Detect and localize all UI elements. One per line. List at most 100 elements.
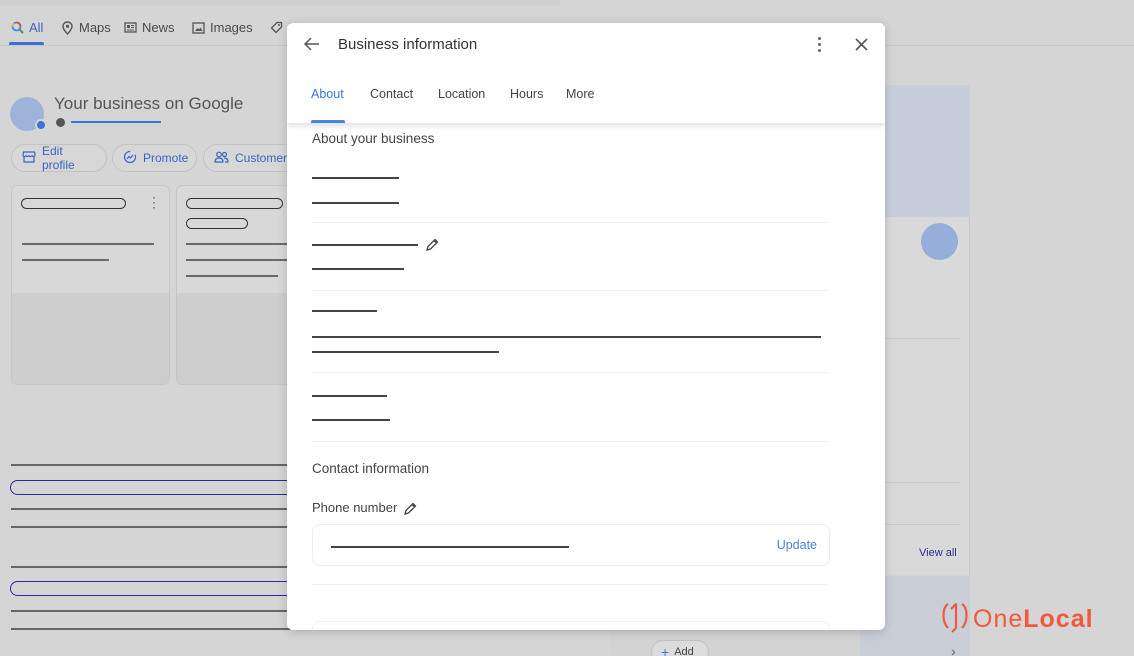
field-value-placeholder — [312, 268, 404, 270]
customers-label: Customers — [235, 151, 294, 165]
business-information-dialog: Business information About Contact Locat… — [287, 23, 885, 630]
field-label-placeholder — [312, 244, 418, 246]
update-button[interactable]: Update — [777, 538, 817, 552]
arrow-left-icon — [304, 37, 319, 51]
close-icon — [854, 37, 868, 51]
profile-avatar[interactable] — [921, 223, 958, 260]
divider — [312, 584, 827, 585]
dot — [817, 42, 821, 46]
next-field-box[interactable] — [312, 621, 830, 630]
top-fade — [0, 0, 560, 6]
more-options-button[interactable] — [811, 34, 827, 54]
divider — [880, 524, 960, 525]
status-dot — [56, 118, 65, 127]
storefront-icon — [22, 150, 36, 166]
tag-icon — [269, 21, 283, 35]
phone-number-field[interactable]: Update — [312, 524, 830, 566]
list-line-placeholder — [11, 610, 291, 612]
promote-button[interactable]: Promote — [112, 144, 197, 172]
divider — [312, 372, 827, 373]
view-all-link[interactable]: View all — [919, 547, 957, 559]
map-pin-icon — [60, 20, 74, 35]
search-result-link-placeholder[interactable] — [10, 581, 300, 596]
divider — [312, 222, 827, 223]
tab-contact[interactable]: Contact — [370, 87, 413, 101]
phone-value-placeholder — [331, 546, 569, 548]
chevron-right-icon[interactable]: › — [951, 643, 956, 656]
add-label: Add — [674, 646, 694, 656]
onelocal-logo: OneLocal — [941, 600, 1094, 639]
list-line-placeholder — [11, 566, 291, 568]
search-result-link-placeholder[interactable] — [10, 480, 300, 495]
text-placeholder — [186, 275, 278, 277]
insight-card[interactable]: ⋮ — [11, 185, 170, 385]
search-tab-all[interactable]: All — [10, 20, 43, 35]
contact-section-title: Contact information — [312, 461, 430, 476]
card-image-area — [12, 293, 169, 384]
people-icon — [214, 151, 229, 166]
dot — [817, 48, 821, 52]
description-placeholder — [312, 351, 499, 353]
search-tab-label: All — [29, 20, 44, 35]
list-line-placeholder — [11, 464, 291, 466]
dot — [817, 36, 821, 40]
about-section-title: About your business — [312, 131, 435, 146]
active-tab-indicator — [311, 120, 345, 123]
text-placeholder — [186, 259, 296, 261]
onelocal-mark-icon — [941, 600, 969, 639]
card-title-placeholder — [21, 198, 126, 209]
search-tab-label: News — [142, 20, 175, 35]
list-line-placeholder — [11, 508, 291, 510]
description-placeholder — [312, 336, 821, 338]
photo-strip — [610, 630, 860, 656]
edit-profile-label: Edit profile — [42, 144, 75, 172]
back-button[interactable] — [301, 33, 323, 55]
business-title: Your business on Google — [54, 94, 244, 113]
knowledge-panel-image — [880, 85, 970, 217]
more-vert-icon[interactable]: ⋮ — [147, 195, 161, 209]
active-tab-indicator — [9, 42, 44, 45]
list-line-placeholder — [11, 628, 291, 630]
divider — [880, 338, 960, 339]
field-label-placeholder — [312, 395, 387, 397]
edit-profile-button[interactable]: Edit profile — [11, 144, 107, 172]
phone-number-label: Phone number — [312, 500, 398, 515]
search-tab-maps[interactable]: Maps — [60, 20, 111, 35]
search-tab-label: Maps — [79, 20, 111, 35]
image-icon — [191, 21, 205, 35]
tab-hours[interactable]: Hours — [510, 87, 543, 101]
search-tab-news[interactable]: News — [123, 20, 175, 35]
text-placeholder — [22, 259, 109, 261]
card-subtitle-placeholder — [186, 218, 248, 229]
dialog-title: Business information — [338, 36, 478, 53]
add-photo-button[interactable]: + Add — [651, 640, 709, 656]
dialog-header: Business information About Contact Locat… — [287, 23, 885, 123]
search-tab-images[interactable]: Images — [191, 20, 253, 35]
text-placeholder — [186, 243, 296, 245]
trending-icon — [123, 150, 137, 167]
promote-label: Promote — [143, 151, 189, 165]
field-value-placeholder — [312, 419, 390, 421]
list-line-placeholder — [11, 526, 291, 528]
news-icon — [123, 21, 137, 35]
divider — [880, 482, 960, 483]
divider — [312, 441, 827, 442]
field-value-placeholder — [312, 202, 399, 204]
search-tab-label: Images — [210, 20, 253, 35]
tab-about[interactable]: About — [311, 87, 344, 101]
divider — [312, 290, 827, 291]
tab-more[interactable]: More — [566, 87, 594, 101]
verified-badge-icon — [35, 119, 47, 131]
card-title-placeholder — [186, 198, 283, 209]
edit-pencil-icon[interactable] — [403, 502, 417, 516]
plus-icon: + — [661, 644, 670, 656]
business-name-placeholder — [71, 121, 161, 123]
close-button[interactable] — [851, 34, 871, 54]
knowledge-panel-body — [880, 217, 970, 575]
tab-location[interactable]: Location — [438, 87, 485, 101]
edit-pencil-icon[interactable] — [425, 238, 439, 252]
field-label-placeholder — [312, 177, 399, 179]
card-image-area — [177, 293, 305, 384]
text-placeholder — [22, 243, 154, 245]
field-label-placeholder — [312, 310, 377, 312]
